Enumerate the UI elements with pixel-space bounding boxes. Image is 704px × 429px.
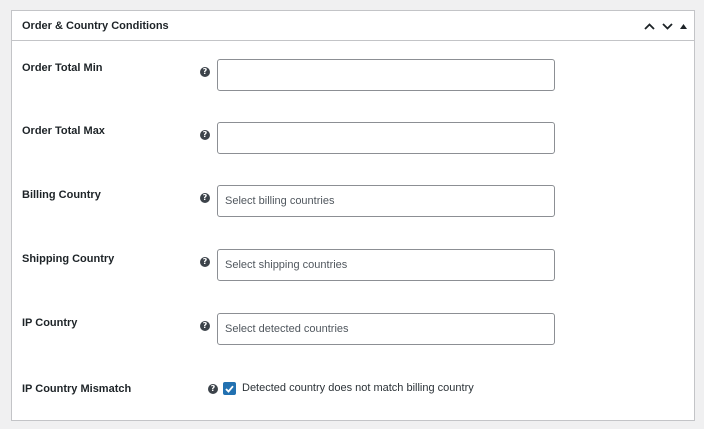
panel-header: Order & Country Conditions (12, 11, 694, 41)
help-icon[interactable]: ? (200, 67, 210, 77)
move-up-button[interactable] (640, 11, 658, 41)
toggle-panel-button[interactable] (676, 11, 690, 41)
checkmark-icon (225, 385, 234, 393)
order-total-max-label: Order Total Max (22, 125, 105, 137)
help-icon[interactable]: ? (200, 321, 210, 331)
help-icon[interactable]: ? (200, 130, 210, 140)
chevron-down-icon (661, 22, 673, 30)
billing-country-placeholder: Select billing countries (225, 195, 335, 207)
order-total-max-input[interactable] (217, 122, 555, 154)
ip-country-placeholder: Select detected countries (225, 323, 349, 335)
help-icon[interactable]: ? (200, 257, 210, 267)
chevron-up-icon (643, 22, 655, 30)
order-total-min-label: Order Total Min (22, 62, 103, 74)
billing-country-select[interactable]: Select billing countries (217, 185, 555, 217)
ip-country-mismatch-checkbox-label[interactable]: Detected country does not match billing … (242, 382, 474, 394)
ip-country-label: IP Country (22, 317, 78, 329)
help-icon[interactable]: ? (208, 384, 218, 394)
order-total-min-input[interactable] (217, 59, 555, 91)
ip-country-mismatch-checkbox[interactable] (223, 382, 236, 395)
triangle-up-icon (679, 23, 687, 29)
panel-title: Order & Country Conditions (22, 19, 169, 32)
shipping-country-select[interactable]: Select shipping countries (217, 249, 555, 281)
ip-country-select[interactable]: Select detected countries (217, 313, 555, 345)
shipping-country-placeholder: Select shipping countries (225, 259, 348, 271)
ip-country-mismatch-label: IP Country Mismatch (22, 383, 132, 395)
panel-handle-actions (640, 11, 690, 41)
help-icon[interactable]: ? (200, 193, 210, 203)
shipping-country-label: Shipping Country (22, 253, 115, 265)
move-down-button[interactable] (658, 11, 676, 41)
billing-country-label: Billing Country (22, 189, 101, 201)
order-country-conditions-panel: Order & Country Conditions Order Total M… (11, 10, 695, 421)
